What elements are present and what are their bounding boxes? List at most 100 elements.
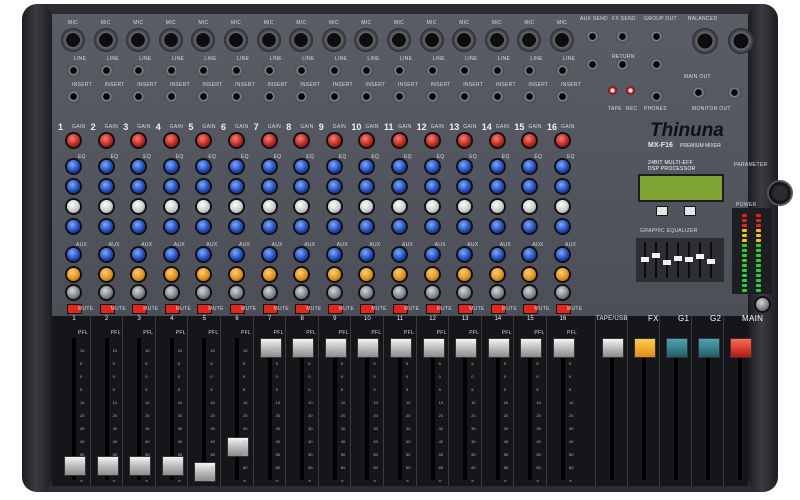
eq-mid-knob[interactable] [164, 180, 178, 193]
rec-out-rca[interactable] [626, 86, 635, 95]
eq-low-knob[interactable] [458, 220, 472, 233]
insert-jack[interactable] [230, 90, 243, 103]
aux-knob[interactable] [67, 248, 80, 261]
mic-xlr-input[interactable] [550, 28, 574, 52]
line-input-jack[interactable] [67, 64, 80, 77]
line-input-jack[interactable] [425, 64, 439, 77]
pan-knob[interactable] [132, 286, 146, 299]
fx-return-fader[interactable] [634, 338, 656, 358]
fx-knob[interactable] [458, 268, 472, 281]
insert-jack[interactable] [556, 90, 569, 103]
eq-mid-knob[interactable] [458, 180, 472, 193]
eq-high-knob[interactable] [490, 160, 504, 173]
gain-knob[interactable] [99, 134, 113, 147]
line-input-jack[interactable] [327, 64, 341, 77]
pan-knob[interactable] [327, 286, 341, 299]
insert-jack[interactable] [523, 90, 537, 103]
mic-xlr-input[interactable] [517, 28, 542, 52]
mic-xlr-input[interactable] [452, 28, 477, 52]
group-out-jack-1[interactable] [650, 30, 663, 43]
eq-low-knob[interactable] [556, 220, 569, 233]
line-input-jack[interactable] [393, 64, 406, 77]
gain-knob[interactable] [458, 134, 472, 147]
eq-freq-knob[interactable] [360, 200, 374, 213]
eq-freq-knob[interactable] [197, 200, 211, 213]
aux-knob[interactable] [132, 248, 146, 261]
fx-knob[interactable] [360, 268, 374, 281]
eq-band-slider[interactable] [674, 255, 682, 261]
mic-xlr-input[interactable] [484, 28, 509, 52]
gain-knob[interactable] [197, 134, 211, 147]
phones-jack[interactable] [650, 90, 663, 103]
insert-jack[interactable] [393, 90, 406, 103]
eq-freq-knob[interactable] [262, 200, 276, 213]
group-1-fader[interactable] [666, 338, 688, 358]
insert-jack[interactable] [295, 90, 309, 103]
mic-xlr-input[interactable] [191, 28, 216, 52]
aux-knob[interactable] [295, 248, 309, 261]
pan-knob[interactable] [295, 286, 309, 299]
eq-low-knob[interactable] [197, 220, 211, 233]
eq-high-knob[interactable] [360, 160, 374, 173]
eq-low-knob[interactable] [262, 220, 276, 233]
line-input-jack[interactable] [295, 64, 309, 77]
return-jack-l[interactable] [586, 58, 599, 71]
eq-mid-knob[interactable] [425, 180, 439, 193]
dsp-button-2[interactable] [684, 206, 696, 216]
eq-high-knob[interactable] [556, 160, 569, 173]
aux-knob[interactable] [262, 248, 276, 261]
eq-low-knob[interactable] [360, 220, 374, 233]
eq-high-knob[interactable] [132, 160, 146, 173]
eq-mid-knob[interactable] [295, 180, 309, 193]
aux-knob[interactable] [393, 248, 406, 261]
eq-freq-knob[interactable] [132, 200, 146, 213]
insert-jack[interactable] [490, 90, 504, 103]
eq-high-knob[interactable] [230, 160, 243, 173]
line-input-jack[interactable] [99, 64, 113, 77]
eq-high-knob[interactable] [425, 160, 439, 173]
eq-high-knob[interactable] [67, 160, 80, 173]
pan-knob[interactable] [99, 286, 113, 299]
line-input-jack[interactable] [490, 64, 504, 77]
tape-usb-fader[interactable] [602, 338, 624, 358]
pan-knob[interactable] [556, 286, 569, 299]
gain-knob[interactable] [132, 134, 146, 147]
line-input-jack[interactable] [164, 64, 178, 77]
gain-knob[interactable] [360, 134, 374, 147]
mic-xlr-input[interactable] [354, 28, 379, 52]
gain-knob[interactable] [164, 134, 178, 147]
pan-knob[interactable] [458, 286, 472, 299]
fx-knob[interactable] [393, 268, 406, 281]
eq-low-knob[interactable] [295, 220, 309, 233]
eq-band-slider[interactable] [696, 254, 704, 259]
pan-knob[interactable] [425, 286, 439, 299]
parameter-encoder[interactable] [769, 182, 791, 204]
eq-freq-knob[interactable] [295, 200, 309, 213]
aux-knob[interactable] [327, 248, 341, 261]
mic-xlr-input[interactable] [321, 28, 346, 52]
eq-freq-knob[interactable] [490, 200, 504, 213]
eq-high-knob[interactable] [393, 160, 406, 173]
eq-freq-knob[interactable] [523, 200, 537, 213]
pan-knob[interactable] [393, 286, 406, 299]
fx-knob[interactable] [197, 268, 211, 281]
eq-mid-knob[interactable] [360, 180, 374, 193]
eq-mid-knob[interactable] [327, 180, 341, 193]
eq-band-slider[interactable] [707, 258, 715, 264]
gain-knob[interactable] [425, 134, 439, 147]
line-input-jack[interactable] [556, 64, 569, 77]
mic-xlr-input[interactable] [93, 28, 118, 52]
gain-knob[interactable] [556, 134, 569, 147]
aux-knob[interactable] [230, 248, 243, 261]
eq-high-knob[interactable] [458, 160, 472, 173]
mic-xlr-input[interactable] [126, 28, 151, 52]
fx-knob[interactable] [327, 268, 341, 281]
insert-jack[interactable] [458, 90, 472, 103]
insert-jack[interactable] [164, 90, 178, 103]
gain-knob[interactable] [327, 134, 341, 147]
eq-band-slider[interactable] [652, 252, 660, 258]
eq-freq-knob[interactable] [556, 200, 569, 213]
line-input-jack[interactable] [197, 64, 211, 77]
aux-knob[interactable] [164, 248, 178, 261]
fx-knob[interactable] [164, 268, 178, 281]
